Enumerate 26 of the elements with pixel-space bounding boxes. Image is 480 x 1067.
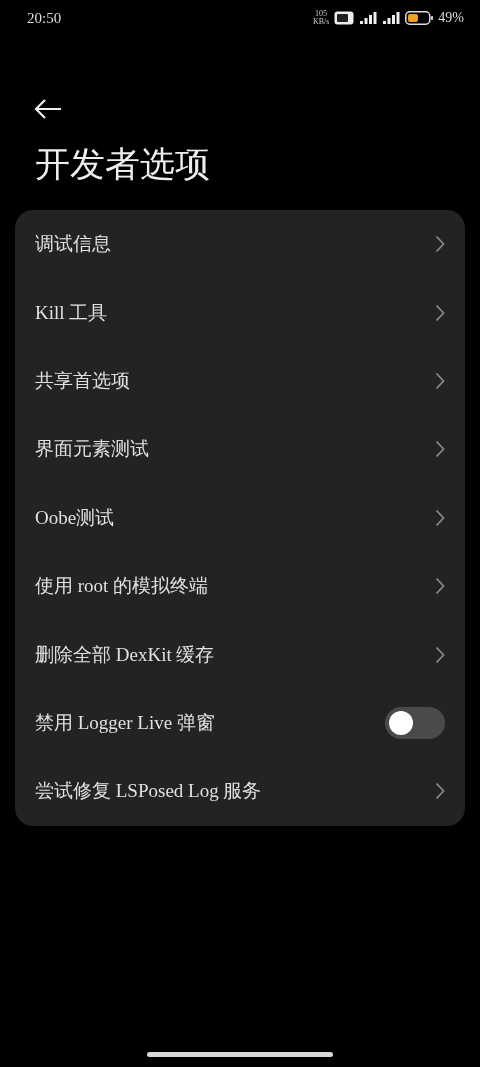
chevron-right-icon <box>435 508 445 527</box>
setting-label[interactable]: 使用 root 的模拟终端 <box>35 573 209 600</box>
network-speed: 105 KB/s <box>312 10 330 26</box>
signal-icon <box>382 12 401 24</box>
chevron-right-icon <box>435 577 445 596</box>
setting-label[interactable]: 界面元素测试 <box>35 436 149 463</box>
chevron-right-icon <box>435 371 445 390</box>
status-time: 20:50 <box>27 9 62 27</box>
setting-label[interactable]: 调试信息 <box>35 231 111 258</box>
page-title: 开发者选项 <box>35 144 211 186</box>
toggle-switch[interactable] <box>385 706 445 739</box>
setting-label[interactable]: 删除全部 DexKit 缓存 <box>35 641 215 668</box>
chevron-right-icon <box>435 235 445 254</box>
battery-percent: 49% <box>438 10 464 26</box>
chevron-right-icon <box>435 645 445 664</box>
chevron-right-icon <box>435 440 445 459</box>
setting-label[interactable]: Kill 工具 <box>35 299 108 326</box>
setting-label[interactable]: Oobe测试 <box>35 504 115 531</box>
chevron-right-icon <box>435 782 445 801</box>
signal-icon <box>359 12 378 24</box>
setting-label[interactable]: 共享首选项 <box>35 367 130 394</box>
setting-label[interactable]: 尝试修复 LSPosed Log 服务 <box>35 778 262 805</box>
chevron-right-icon <box>435 303 445 322</box>
hd-icon <box>334 11 355 25</box>
setting-label[interactable]: 禁用 Logger Live 弹窗 <box>35 709 215 736</box>
battery-icon <box>405 11 434 25</box>
